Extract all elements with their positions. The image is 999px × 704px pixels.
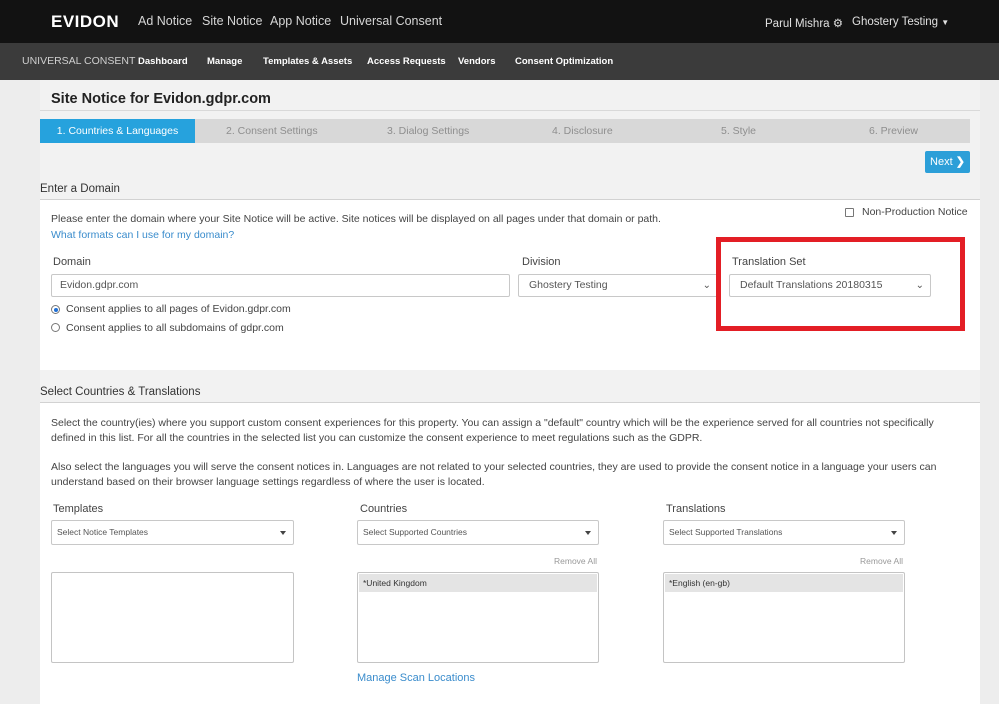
translations-list[interactable]: *English (en-gb)	[663, 572, 905, 663]
countries-select[interactable]: Select Supported Countries	[357, 520, 599, 545]
caret-down-icon	[891, 531, 897, 535]
radio-all-pages-label: Consent applies to all pages of Evidon.g…	[66, 303, 291, 315]
translations-label: Translations	[666, 503, 726, 515]
countries-label: Countries	[360, 503, 408, 515]
gear-icon: ⚙	[832, 18, 844, 30]
subnav-dashboard[interactable]: Dashboard	[138, 56, 188, 67]
translations-select[interactable]: Select Supported Translations	[663, 520, 905, 545]
caret-down-icon	[585, 531, 591, 535]
next-label: Next	[930, 156, 953, 168]
templates-placeholder: Select Notice Templates	[57, 527, 149, 537]
languages-description-line1: Also select the languages you will serve…	[51, 461, 937, 473]
radio-all-pages[interactable]	[51, 305, 60, 314]
countries-placeholder: Select Supported Countries	[363, 527, 467, 537]
languages-description-line2: understand based on their browser langua…	[51, 476, 485, 488]
countries-description-line2: defined in this list. For all the countr…	[51, 432, 703, 444]
translations-remove-all[interactable]: Remove All	[860, 556, 903, 566]
step-style[interactable]: 5. Style	[721, 119, 756, 143]
step-countries-languages[interactable]: 1. Countries & Languages	[40, 119, 195, 143]
subnav-access-requests[interactable]: Access Requests	[367, 56, 446, 67]
user-menu[interactable]: Parul Mishra ⚙	[765, 16, 843, 30]
domain-description: Please enter the domain where your Site …	[51, 213, 661, 225]
evidon-logo[interactable]: EVIDON	[51, 12, 119, 32]
step-disclosure[interactable]: 4. Disclosure	[552, 119, 613, 143]
subnav-consent-optimization[interactable]: Consent Optimization	[515, 56, 613, 67]
page-title: Site Notice for Evidon.gdpr.com	[51, 91, 271, 107]
chevron-down-icon: ⌄	[702, 280, 711, 291]
countries-list[interactable]: *United Kingdom	[357, 572, 599, 663]
domain-input[interactable]: Evidon.gdpr.com	[51, 274, 510, 297]
user-name: Parul Mishra	[765, 18, 830, 30]
list-item-united-kingdom[interactable]: *United Kingdom	[359, 574, 597, 592]
subnav-manage[interactable]: Manage	[207, 56, 242, 67]
account-name: Ghostery Testing	[852, 16, 939, 28]
nav-universal-consent[interactable]: Universal Consent	[340, 14, 442, 28]
division-select[interactable]: Ghostery Testing ⌄	[518, 274, 718, 297]
highlight-annotation-box	[716, 237, 965, 331]
templates-select[interactable]: Select Notice Templates	[51, 520, 294, 545]
nav-app-notice[interactable]: App Notice	[270, 14, 331, 28]
top-navigation-bar: EVIDON Ad Notice Site Notice App Notice …	[0, 0, 999, 43]
caret-down-icon	[280, 531, 286, 535]
step-consent-settings[interactable]: 2. Consent Settings	[226, 119, 318, 143]
translations-placeholder: Select Supported Translations	[669, 527, 783, 537]
account-dropdown[interactable]: Ghostery Testing ▼	[852, 16, 949, 28]
step-dialog-settings[interactable]: 3. Dialog Settings	[387, 119, 469, 143]
domain-section-heading: Enter a Domain	[40, 183, 120, 195]
divider	[40, 110, 980, 111]
countries-remove-all[interactable]: Remove All	[554, 556, 597, 566]
division-label: Division	[522, 256, 561, 268]
nav-site-notice[interactable]: Site Notice	[202, 14, 262, 28]
section-label: UNIVERSAL CONSENT	[22, 55, 136, 67]
radio-subdomains-label: Consent applies to all subdomains of gdp…	[66, 322, 284, 334]
caret-down-icon: ▼	[941, 18, 950, 27]
non-production-checkbox[interactable]	[845, 208, 854, 217]
manage-scan-locations-link[interactable]: Manage Scan Locations	[357, 672, 475, 684]
step-preview[interactable]: 6. Preview	[869, 119, 918, 143]
domain-format-help-link[interactable]: What formats can I use for my domain?	[51, 229, 234, 241]
wizard-steps: 1. Countries & Languages 2. Consent Sett…	[40, 119, 970, 143]
domain-label: Domain	[53, 256, 91, 268]
division-value: Ghostery Testing	[529, 279, 608, 291]
subnav-vendors[interactable]: Vendors	[458, 56, 496, 67]
templates-list[interactable]	[51, 572, 294, 663]
templates-label: Templates	[53, 503, 104, 515]
countries-description-line1: Select the country(ies) where you suppor…	[51, 417, 934, 429]
list-item-english-en-gb[interactable]: *English (en-gb)	[665, 574, 903, 592]
chevron-right-icon: ❯	[955, 156, 965, 168]
radio-subdomains[interactable]	[51, 323, 60, 332]
nav-ad-notice[interactable]: Ad Notice	[138, 14, 192, 28]
countries-section-heading: Select Countries & Translations	[40, 386, 201, 398]
sub-navigation-bar: UNIVERSAL CONSENT Dashboard Manage Templ…	[0, 43, 999, 80]
next-button[interactable]: Next ❯	[925, 151, 970, 173]
non-production-label: Non-Production Notice	[862, 206, 968, 218]
subnav-templates-assets[interactable]: Templates & Assets	[263, 56, 352, 67]
